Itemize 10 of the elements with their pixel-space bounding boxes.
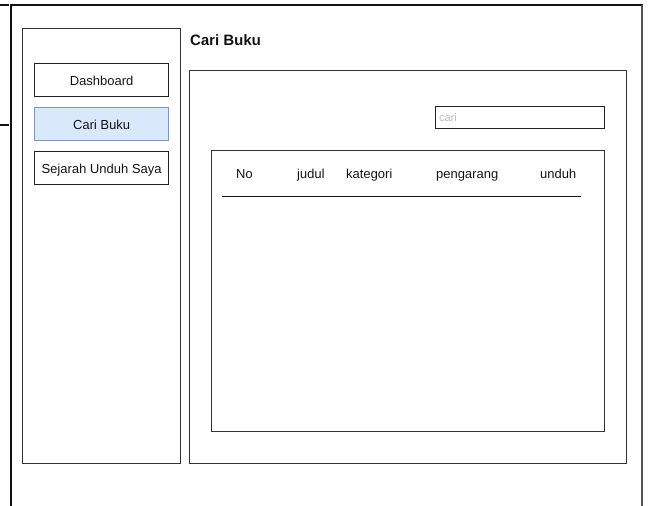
search-field[interactable]: cari — [435, 106, 605, 129]
page-title: Cari Buku — [189, 31, 262, 51]
sidebar-item[interactable]: Sejarah Unduh Saya — [34, 151, 169, 185]
column-header: kategori — [346, 166, 394, 181]
column-header: No — [236, 166, 254, 181]
sidebar-item[interactable]: Dashboard — [34, 63, 169, 97]
column-header: unduh — [540, 166, 578, 181]
column-header: pengarang — [436, 166, 500, 181]
sidebar-item[interactable]: Cari Buku — [34, 107, 169, 141]
column-header: judul — [297, 166, 326, 181]
